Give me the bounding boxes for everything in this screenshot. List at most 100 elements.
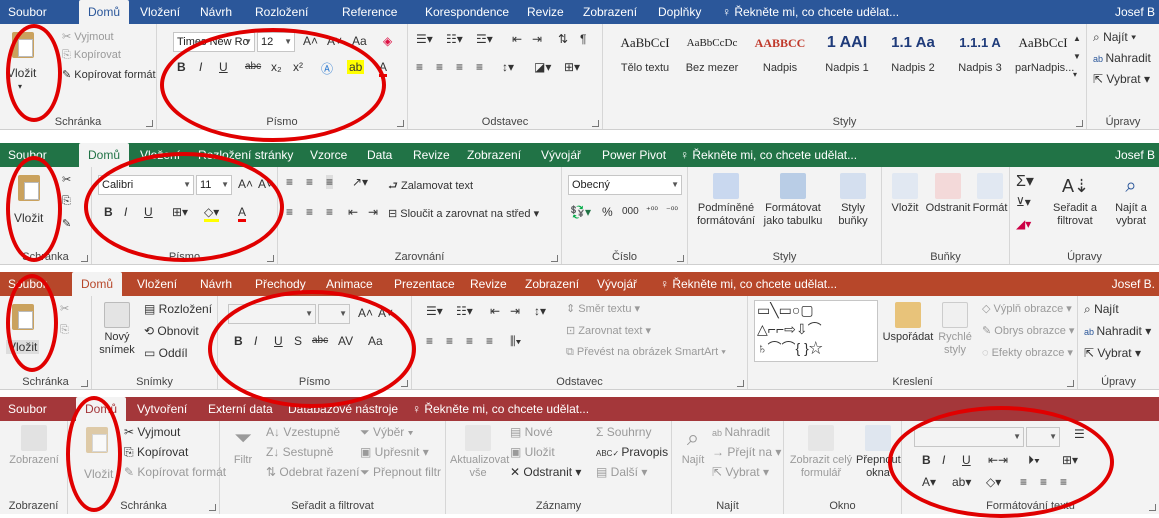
gridlines-icon[interactable]: ⊞▾ (1062, 453, 1078, 467)
copy-icon[interactable]: ⎘ (62, 195, 71, 208)
dialog-launcher-icon[interactable] (1149, 504, 1156, 511)
cut-button[interactable]: ✂ Vyjmout (124, 425, 180, 439)
tab-insert[interactable]: Vložení (137, 272, 177, 296)
columns-icon[interactable]: ⫼▾ (510, 334, 521, 349)
shape-outline-button[interactable]: ✎ Obrys obrazce ▾ (982, 324, 1074, 337)
paste-button[interactable]: Vložit (84, 467, 113, 481)
insert-cells-button[interactable]: Vložit (886, 173, 924, 215)
align-center-icon[interactable]: ≡ (1040, 475, 1047, 489)
change-case-button[interactable]: Aa (352, 34, 367, 48)
reset-button[interactable]: ⟲ Obnovit (144, 324, 199, 338)
tab-mailings[interactable]: Korespondence (425, 0, 509, 24)
copy-button[interactable]: ⎘ Kopírovat (62, 49, 121, 62)
multilevel-list-icon[interactable]: ☲▾ (476, 32, 493, 46)
selection-button[interactable]: ⏷ Výběr ▾ (360, 425, 414, 440)
tab-layout[interactable]: Rozložení (255, 0, 308, 24)
style-tile[interactable]: AaBbCcI Tělo textu (613, 30, 677, 88)
dialog-launcher-icon[interactable] (146, 120, 153, 127)
delete-cells-button[interactable]: Odstranit (924, 173, 972, 215)
align-top-icon[interactable]: ≡ (286, 175, 293, 189)
find-button[interactable]: ⌕ Najít (676, 425, 710, 467)
clear-format-icon[interactable]: ◈ (383, 34, 392, 48)
user-name[interactable]: Josef B (1115, 143, 1155, 167)
shrink-font-button[interactable]: A˅ (327, 34, 342, 48)
dialog-launcher-icon[interactable] (737, 380, 744, 387)
totals-button[interactable]: Σ Souhrny (596, 425, 651, 439)
thousands-button[interactable]: 000 (622, 206, 639, 217)
tab-external-data[interactable]: Externí data (208, 397, 273, 421)
align-right-icon[interactable]: ≡ (1060, 475, 1067, 489)
tab-home[interactable]: Domů (79, 0, 130, 24)
format-table-button[interactable]: Formátovat jako tabulku (760, 173, 826, 228)
underline-button[interactable]: U (274, 334, 283, 348)
strikethrough-button[interactable]: abc (245, 61, 261, 72)
decrease-indent-icon[interactable]: ⇤ (512, 32, 522, 46)
align-bottom-icon[interactable]: ≡ (326, 175, 334, 189)
chevron-down-icon[interactable]: ▾ (18, 82, 22, 91)
bold-button[interactable]: B (234, 334, 243, 348)
bold-button[interactable]: B (922, 453, 931, 467)
format-cells-button[interactable]: Formát (972, 173, 1008, 215)
italic-button[interactable]: I (124, 205, 127, 219)
toggle-filter-button[interactable]: ⏷ Přepnout filtr (360, 465, 441, 480)
fill-color-icon[interactable]: ◇▾ (204, 205, 220, 222)
justify-icon[interactable]: ≡ (486, 334, 493, 348)
copy-button[interactable]: ⎘ Kopírovat (124, 445, 188, 460)
find-button[interactable]: ⌕ Najít ▾ (1093, 30, 1136, 45)
tell-me-input[interactable]: ♀ Řekněte mi, co chcete udělat... (412, 397, 589, 421)
tab-insert[interactable]: Vložení (140, 143, 180, 167)
layout-button[interactable]: ▤ Rozložení (144, 302, 212, 316)
fit-form-button[interactable]: Zobrazit celý formulář (788, 425, 854, 480)
format-painter-button[interactable]: ✎ Kopírovat formát (62, 68, 156, 81)
align-center-icon[interactable]: ≡ (446, 334, 453, 348)
sort-asc-button[interactable]: A↓ Vzestupně (266, 425, 340, 439)
decrease-decimal-icon[interactable]: ⁻⁰⁰ (666, 205, 678, 216)
tab-animations[interactable]: Animace (326, 272, 373, 296)
select-button[interactable]: ⇱ Vybrat ▾ (1084, 346, 1141, 360)
subscript-button[interactable]: x₂ (271, 60, 282, 74)
style-tile[interactable]: AABBCC Nadpis (747, 30, 813, 88)
tell-me-input[interactable]: ♀ Řekněte mi, co chcete udělat... (680, 143, 857, 167)
find-select-button[interactable]: ⌕ Najít a vybrat (1106, 173, 1156, 228)
font-size-combo[interactable]: 12 ▼ (257, 32, 295, 52)
shading-icon[interactable]: ◪▾ (534, 60, 551, 74)
tab-formulas[interactable]: Vzorce (310, 143, 347, 167)
style-tile[interactable]: AaBbCcDc Bez mezer (679, 30, 745, 88)
tab-developer[interactable]: Vývojář (597, 272, 637, 296)
align-left-icon[interactable]: ≡ (1020, 475, 1027, 489)
dialog-launcher-icon[interactable] (397, 120, 404, 127)
font-size-combo[interactable]: 11 ▼ (196, 175, 232, 195)
sort-desc-button[interactable]: Z↓ Sestupně (266, 445, 333, 459)
select-button[interactable]: ⇱ Vybrat ▾ (1093, 72, 1150, 86)
switch-windows-button[interactable]: Přepnout okna (856, 425, 901, 480)
borders-icon[interactable]: ⊞▾ (172, 205, 188, 219)
scissors-icon[interactable]: ✂ (60, 302, 69, 315)
highlight-icon[interactable]: ab▾ (952, 475, 971, 489)
paste-button[interactable]: Vložit (7, 66, 36, 80)
tab-home[interactable]: Domů (76, 397, 127, 421)
text-direction-button[interactable]: ⇕ Směr textu ▾ (566, 302, 640, 315)
paste-button[interactable]: Vložit (6, 340, 40, 354)
line-spacing-icon[interactable]: ↕▾ (502, 60, 514, 74)
section-button[interactable]: ▭ Oddíl (144, 346, 187, 360)
bullets-icon[interactable]: ☰▾ (426, 304, 443, 318)
align-right-icon[interactable]: ≡ (326, 205, 333, 219)
decrease-indent-icon[interactable]: ⇤ (490, 304, 500, 318)
tab-review[interactable]: Revize (527, 0, 564, 24)
view-button[interactable]: Zobrazení (4, 425, 64, 467)
number-format-combo[interactable]: Obecný ▼ (568, 175, 682, 195)
shrink-font-icon[interactable]: A˅ (258, 177, 273, 191)
merge-center-button[interactable]: ⊟ Sloučit a zarovnat na střed ▾ (388, 207, 539, 220)
increase-indent-icon[interactable]: ⇥ (368, 205, 378, 219)
tab-power-pivot[interactable]: Power Pivot (602, 143, 666, 167)
bold-button[interactable]: B (104, 205, 113, 219)
copy-icon[interactable]: ⎘ (60, 324, 69, 337)
list-icon[interactable]: ☰ (1074, 427, 1085, 441)
conditional-format-button[interactable]: Podmíněné formátování (694, 173, 758, 228)
sort-filter-button[interactable]: A⇣ Seřadit a filtrovat (1046, 173, 1104, 228)
change-case-button[interactable]: Aa (368, 334, 383, 348)
scroll-up-icon[interactable]: ▲ (1073, 34, 1081, 43)
tab-page-layout[interactable]: Rozložení stránky (198, 143, 293, 167)
highlight-icon[interactable]: ab (347, 60, 365, 74)
smartart-button[interactable]: ⧉ Převést na obrázek SmartArt ▾ (566, 346, 726, 359)
